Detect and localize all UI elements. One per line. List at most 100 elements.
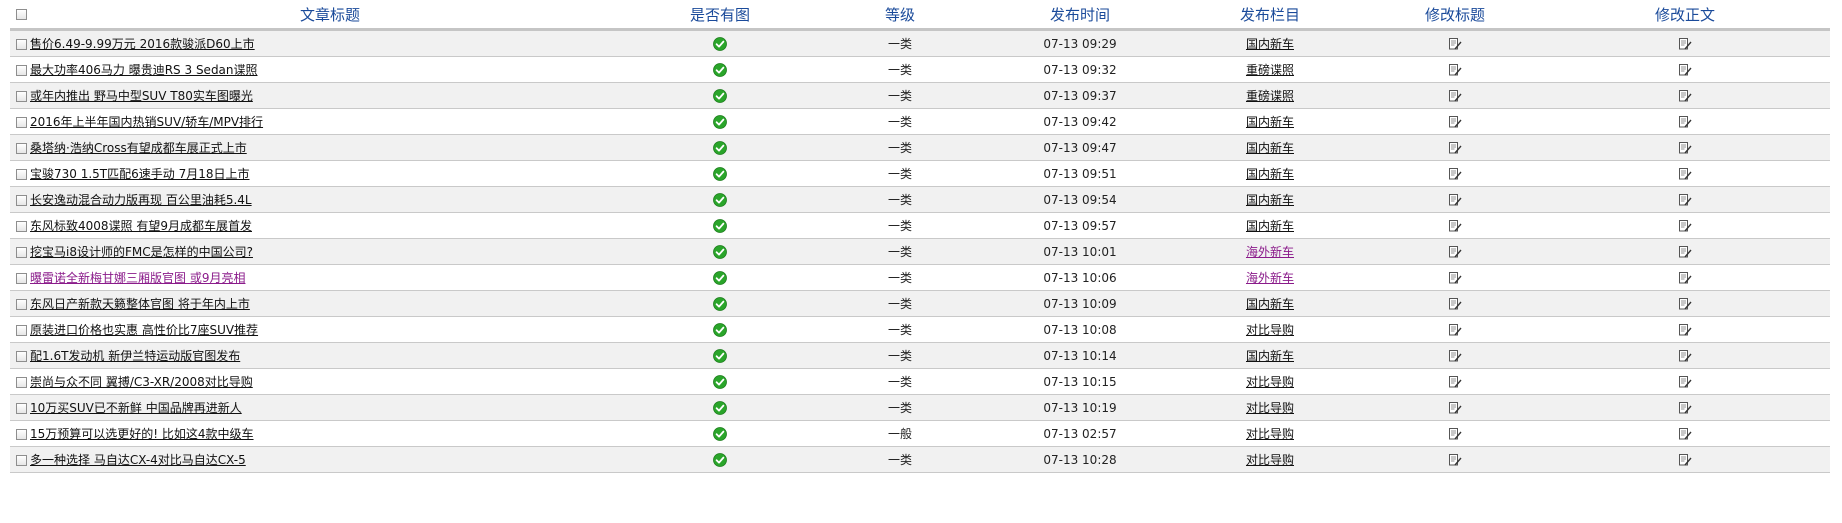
row-select-cell[interactable] [10, 134, 30, 161]
select-all-checkbox[interactable] [16, 9, 27, 20]
article-title-link[interactable]: 崇尚与众不同 翼搏/C3-XR/2008对比导购 [30, 375, 253, 389]
row-select-cell[interactable] [10, 342, 30, 369]
row-checkbox[interactable] [16, 272, 27, 284]
row-select-cell[interactable] [10, 56, 30, 83]
edit-title-icon[interactable] [1448, 244, 1462, 258]
column-link[interactable]: 对比导购 [1246, 427, 1294, 441]
header-select-all[interactable] [10, 0, 30, 31]
row-select-cell[interactable] [10, 446, 30, 473]
row-select-cell[interactable] [10, 212, 30, 239]
column-link[interactable]: 重磅谍照 [1246, 63, 1294, 77]
row-select-cell[interactable] [10, 368, 30, 395]
edit-title-icon[interactable] [1448, 426, 1462, 440]
article-title-link[interactable]: 2016年上半年国内热销SUV/轿车/MPV排行 [30, 115, 263, 129]
row-select-cell[interactable] [10, 420, 30, 447]
article-title-link[interactable]: 桑塔纳·浩纳Cross有望成都车展正式上市 [30, 141, 247, 155]
column-link[interactable]: 对比导购 [1246, 375, 1294, 389]
row-checkbox[interactable] [16, 376, 27, 388]
column-link[interactable]: 国内新车 [1246, 219, 1294, 233]
row-checkbox[interactable] [16, 350, 27, 362]
column-link[interactable]: 国内新车 [1246, 167, 1294, 181]
article-title-link[interactable]: 配1.6T发动机 新伊兰特运动版官图发布 [30, 349, 240, 363]
edit-body-icon[interactable] [1678, 296, 1692, 310]
row-checkbox[interactable] [16, 246, 27, 258]
edit-title-icon[interactable] [1448, 348, 1462, 362]
row-checkbox[interactable] [16, 454, 27, 466]
article-title-link[interactable]: 宝骏730 1.5T匹配6速手动 7月18日上市 [30, 167, 250, 181]
row-checkbox[interactable] [16, 428, 27, 440]
row-checkbox[interactable] [16, 402, 27, 414]
edit-title-icon[interactable] [1448, 140, 1462, 154]
row-select-cell[interactable] [10, 29, 30, 57]
edit-title-icon[interactable] [1448, 296, 1462, 310]
article-title-link[interactable]: 挖宝马i8设计师的FMC是怎样的中国公司? [30, 245, 253, 259]
row-checkbox[interactable] [16, 168, 27, 180]
column-link[interactable]: 国内新车 [1246, 297, 1294, 311]
column-link[interactable]: 对比导购 [1246, 323, 1294, 337]
edit-title-icon[interactable] [1448, 374, 1462, 388]
row-select-cell[interactable] [10, 108, 30, 135]
edit-body-icon[interactable] [1678, 244, 1692, 258]
edit-title-icon[interactable] [1448, 452, 1462, 466]
row-select-cell[interactable] [10, 264, 30, 291]
edit-body-icon[interactable] [1678, 114, 1692, 128]
edit-body-icon[interactable] [1678, 140, 1692, 154]
edit-body-icon[interactable] [1678, 192, 1692, 206]
article-title-link[interactable]: 东风日产新款天籁整体官图 将于年内上市 [30, 297, 250, 311]
article-title-link[interactable]: 东风标致4008谍照 有望9月成都车展首发 [30, 219, 252, 233]
column-link[interactable]: 对比导购 [1246, 401, 1294, 415]
column-link[interactable]: 重磅谍照 [1246, 89, 1294, 103]
row-select-cell[interactable] [10, 160, 30, 187]
edit-body-icon[interactable] [1678, 452, 1692, 466]
column-link[interactable]: 对比导购 [1246, 453, 1294, 467]
edit-title-icon[interactable] [1448, 218, 1462, 232]
edit-body-icon[interactable] [1678, 426, 1692, 440]
edit-title-icon[interactable] [1448, 192, 1462, 206]
edit-body-icon[interactable] [1678, 218, 1692, 232]
column-link[interactable]: 国内新车 [1246, 193, 1294, 207]
row-select-cell[interactable] [10, 186, 30, 213]
article-title-link[interactable]: 长安逸动混合动力版再现 百公里油耗5.4L [30, 193, 252, 207]
edit-title-icon[interactable] [1448, 270, 1462, 284]
edit-body-icon[interactable] [1678, 322, 1692, 336]
column-link[interactable]: 国内新车 [1246, 349, 1294, 363]
edit-body-icon[interactable] [1678, 400, 1692, 414]
article-title-link[interactable]: 或年内推出 野马中型SUV T80实车图曝光 [30, 89, 253, 103]
row-checkbox[interactable] [16, 64, 27, 76]
column-link[interactable]: 国内新车 [1246, 37, 1294, 51]
column-link[interactable]: 海外新车 [1246, 245, 1294, 259]
edit-title-icon[interactable] [1448, 322, 1462, 336]
row-checkbox[interactable] [16, 38, 27, 50]
row-checkbox[interactable] [16, 324, 27, 336]
article-title-link[interactable]: 10万买SUV已不新鲜 中国品牌再进新人 [30, 401, 242, 415]
row-select-cell[interactable] [10, 316, 30, 343]
edit-body-icon[interactable] [1678, 88, 1692, 102]
column-link[interactable]: 国内新车 [1246, 115, 1294, 129]
row-checkbox[interactable] [16, 220, 27, 232]
row-select-cell[interactable] [10, 238, 30, 265]
article-title-link[interactable]: 最大功率406马力 曝贵迪RS 3 Sedan谍照 [30, 63, 258, 77]
row-checkbox[interactable] [16, 194, 27, 206]
row-select-cell[interactable] [10, 290, 30, 317]
article-title-link[interactable]: 15万预算可以选更好的! 比如这4款中级车 [30, 427, 254, 441]
row-checkbox[interactable] [16, 90, 27, 102]
row-checkbox[interactable] [16, 298, 27, 310]
article-title-link[interactable]: 售价6.49-9.99万元 2016款骏派D60上市 [30, 37, 255, 51]
edit-body-icon[interactable] [1678, 166, 1692, 180]
row-checkbox[interactable] [16, 142, 27, 154]
article-title-link[interactable]: 原装进口价格也实惠 高性价比7座SUV推荐 [30, 323, 258, 337]
edit-title-icon[interactable] [1448, 400, 1462, 414]
row-select-cell[interactable] [10, 394, 30, 421]
edit-body-icon[interactable] [1678, 374, 1692, 388]
edit-title-icon[interactable] [1448, 62, 1462, 76]
edit-body-icon[interactable] [1678, 348, 1692, 362]
row-checkbox[interactable] [16, 116, 27, 128]
article-title-link[interactable]: 曝雷诺全新梅甘娜三厢版官图 或9月亮相 [30, 271, 245, 285]
edit-title-icon[interactable] [1448, 88, 1462, 102]
row-select-cell[interactable] [10, 82, 30, 109]
edit-title-icon[interactable] [1448, 166, 1462, 180]
column-link[interactable]: 国内新车 [1246, 141, 1294, 155]
article-title-link[interactable]: 多一种选择 马自达CX-4对比马自达CX-5 [30, 453, 246, 467]
column-link[interactable]: 海外新车 [1246, 271, 1294, 285]
edit-title-icon[interactable] [1448, 36, 1462, 50]
